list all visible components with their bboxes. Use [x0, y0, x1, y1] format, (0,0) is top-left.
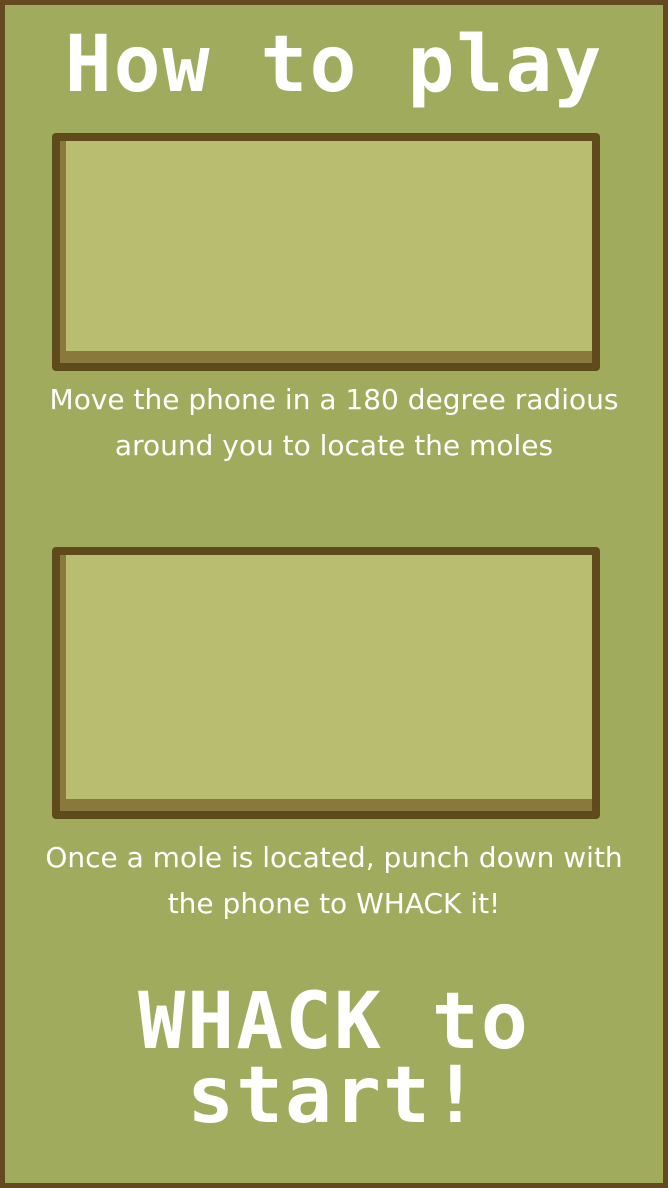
whack-to-start-prompt[interactable]: WHACK to start!	[5, 983, 663, 1135]
how-to-play-screen[interactable]: How to play Move the phone in a 180 degr…	[0, 0, 668, 1188]
page-title: How to play	[64, 20, 604, 110]
instruction-panel-locate	[52, 133, 600, 371]
instruction-panel-whack	[52, 547, 600, 819]
instruction-text-whack: Once a mole is located, punch down with …	[45, 841, 623, 920]
instruction-text-locate: Move the phone in a 180 degree radious a…	[49, 383, 619, 462]
